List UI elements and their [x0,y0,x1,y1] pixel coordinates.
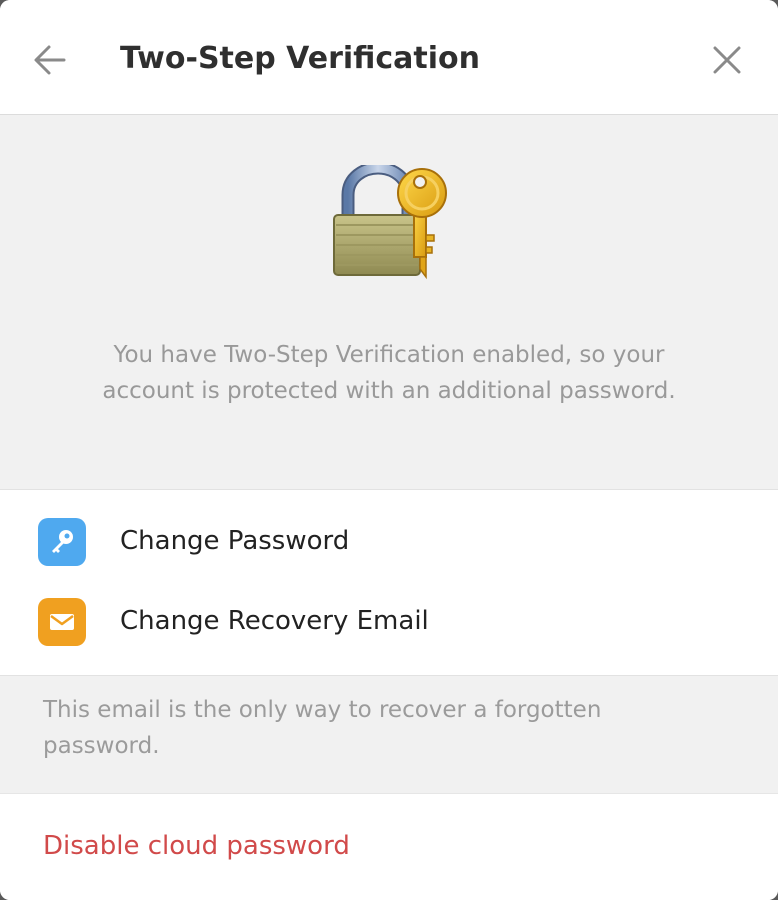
dialog-header: Two-Step Verification [0,0,778,115]
hero-section: You have Two-Step Verification enabled, … [0,115,778,490]
close-icon [713,46,741,74]
change-password-label: Change Password [120,526,350,556]
back-button[interactable] [28,38,72,82]
disable-cloud-password-button[interactable]: Disable cloud password [43,827,350,865]
change-recovery-email-label: Change Recovery Email [120,606,429,636]
page-title: Two-Step Verification [120,41,481,76]
settings-menu: Change Password Change Recovery Email [0,490,778,674]
padlock-with-key-icon [333,165,447,280]
recovery-email-note: This email is the only way to recover a … [0,675,778,794]
note-text: This email is the only way to recover a … [43,697,602,759]
hero-description: You have Two-Step Verification enabled, … [102,342,676,404]
change-password-item[interactable]: Change Password [0,502,778,582]
envelope-icon [38,598,86,646]
key-icon [38,518,86,566]
change-recovery-email-item[interactable]: Change Recovery Email [0,582,778,662]
close-button[interactable] [705,38,749,82]
arrow-left-icon [34,45,66,75]
danger-section: Disable cloud password [0,794,778,900]
two-step-verification-dialog: Two-Step Verification You have Two-Step … [0,0,778,900]
